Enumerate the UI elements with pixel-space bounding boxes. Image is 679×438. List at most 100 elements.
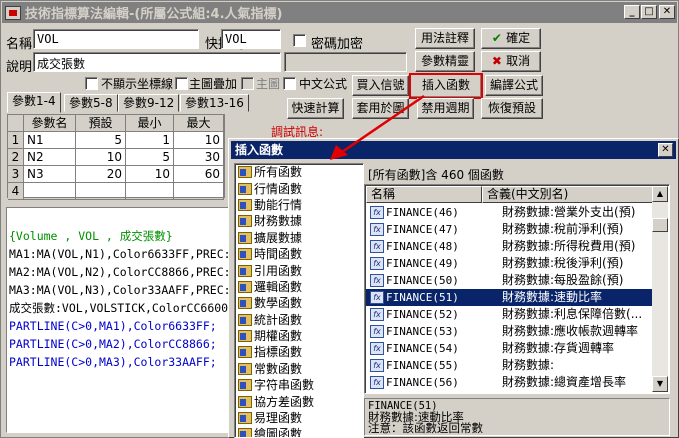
function-name: FINANCE(56) xyxy=(386,376,459,389)
desc-input[interactable]: 成交張數 xyxy=(33,52,281,72)
category-item[interactable]: 擴展數據 xyxy=(235,230,363,246)
param-name-cell[interactable]: N2 xyxy=(24,149,76,166)
col-meaning-header[interactable]: 含義(中文別名) xyxy=(482,186,653,203)
function-row[interactable]: fx FINANCE(55) 財務數據: xyxy=(366,357,653,374)
col-name-header[interactable]: 名稱 xyxy=(366,186,482,203)
param-name-cell[interactable]: N3 xyxy=(24,166,76,183)
function-name: FINANCE(46) xyxy=(386,206,459,219)
function-row[interactable]: fx FINANCE(46) 財務數據:營業外支出(預) xyxy=(366,204,653,221)
function-row[interactable]: fx FINANCE(48) 財務數據:所得稅費用(預) xyxy=(366,238,653,255)
param-default-cell[interactable]: 20 xyxy=(76,166,126,183)
function-row[interactable]: fx FINANCE(49) 財務數據:稅後淨利(預) xyxy=(366,255,653,272)
function-row[interactable]: fx FINANCE(56) 財務數據:總資產增長率 xyxy=(366,374,653,391)
category-item[interactable]: 易理函數 xyxy=(235,410,363,426)
insert-function-button[interactable]: 插入函數 xyxy=(409,73,483,99)
function-name: FINANCE(52) xyxy=(386,308,459,321)
disable-period-button[interactable]: 禁用週期 xyxy=(417,98,474,119)
formula-editor[interactable]: {Volume , VOL , 成交張數} MA1:MA(VOL,N1),Colo… xyxy=(6,207,231,433)
function-row[interactable]: fx FINANCE(52) 財務數據:利息保障倍數(... xyxy=(366,306,653,323)
function-name: FINANCE(53) xyxy=(386,325,459,338)
dialog-close-button[interactable]: ✕ xyxy=(658,143,673,157)
param-min-cell[interactable]: 5 xyxy=(126,149,174,166)
book-icon xyxy=(238,346,252,359)
category-item[interactable]: 引用函數 xyxy=(235,262,363,278)
restore-button[interactable]: 恢復預設 xyxy=(481,98,543,119)
code-line: MA2:MA(VOL,N2),ColorCC8866,PREC:0; xyxy=(9,265,231,279)
param-max-cell[interactable]: 30 xyxy=(174,149,224,166)
param-min-cell[interactable] xyxy=(126,183,174,200)
param-default-cell[interactable]: 10 xyxy=(76,149,126,166)
row-number: 1 xyxy=(8,132,24,149)
category-item[interactable]: 行情函數 xyxy=(235,180,363,196)
function-row[interactable]: fx FINANCE(50) 財務數據:每股盈餘(預) xyxy=(366,272,653,289)
quick-calc-button[interactable]: 快速計算 xyxy=(287,98,344,119)
function-icon: fx xyxy=(370,240,384,253)
password-checkbox[interactable] xyxy=(293,34,306,47)
function-meaning: 財務數據: xyxy=(502,358,555,372)
param-max-cell[interactable]: 10 xyxy=(174,132,224,149)
function-count: [所有函數]含 460 個函數 xyxy=(368,168,504,182)
category-item[interactable]: 動能行情 xyxy=(235,197,363,213)
list-scrollbar[interactable]: ▲ ▼ xyxy=(652,186,668,392)
param-min-cell[interactable]: 10 xyxy=(126,166,174,183)
category-item[interactable]: 字符串函數 xyxy=(235,377,363,393)
category-item[interactable]: 數學函數 xyxy=(235,295,363,311)
apply-button[interactable]: 套用於圖 xyxy=(352,98,409,119)
book-icon xyxy=(238,248,252,261)
function-meaning: 財務數據:營業外支出(預) xyxy=(502,205,636,219)
param-default-cell[interactable]: 5 xyxy=(76,132,126,149)
function-icon: fx xyxy=(370,291,384,304)
function-meaning: 財務數據:每股盈餘(預) xyxy=(502,273,624,287)
function-row[interactable]: fx FINANCE(47) 財務數據:稅前淨利(預) xyxy=(366,221,653,238)
category-item[interactable]: 期權函數 xyxy=(235,328,363,344)
ok-button[interactable]: ✔ 確定 xyxy=(481,28,541,49)
scroll-thumb[interactable] xyxy=(652,218,668,232)
function-row[interactable]: fx FINANCE(51) 財務數據:速動比率 xyxy=(366,289,653,306)
category-item[interactable]: 所有函數 xyxy=(235,164,363,180)
compile-button[interactable]: 編譯公式 xyxy=(485,75,543,96)
desc-extra-field xyxy=(284,52,407,72)
tab-params-13-16[interactable]: 參數13-16 xyxy=(180,94,249,112)
param-name-cell[interactable] xyxy=(24,183,76,200)
param-name-cell[interactable]: N1 xyxy=(24,132,76,149)
param-max-cell[interactable]: 60 xyxy=(174,166,224,183)
usage-button[interactable]: 用法註釋 xyxy=(415,28,475,49)
category-item[interactable]: 常數函數 xyxy=(235,361,363,377)
middle-checkbox[interactable] xyxy=(283,77,296,90)
shortcut-input[interactable]: VOL xyxy=(221,29,281,49)
function-name: FINANCE(55) xyxy=(386,359,459,372)
function-row[interactable]: fx FINANCE(54) 財務數據:存貨週轉率 xyxy=(366,340,653,357)
minimize-button[interactable]: _ xyxy=(624,5,640,19)
buy-sell-button[interactable]: 買入信號 xyxy=(352,75,409,96)
category-item[interactable]: 邏輯函數 xyxy=(235,279,363,295)
scroll-down-icon[interactable]: ▼ xyxy=(652,376,668,392)
name-input[interactable]: VOL xyxy=(33,29,199,49)
function-icon: fx xyxy=(370,206,384,219)
hide-axis-checkbox[interactable] xyxy=(85,77,98,90)
param-max-cell[interactable] xyxy=(174,183,224,200)
name-label: 名稱 xyxy=(6,37,33,52)
category-item[interactable]: 指標函數 xyxy=(235,344,363,360)
category-item[interactable]: 繪圖函數 xyxy=(235,426,363,437)
book-icon xyxy=(238,231,252,244)
title-bar: 技術指標算法編輯-(所屬公式組:4.人氣指標) _ □ ✕ xyxy=(2,2,677,23)
params-button[interactable]: 參數精靈 xyxy=(415,51,475,72)
close-button[interactable]: ✕ xyxy=(659,5,675,19)
category-item[interactable]: 財務數據 xyxy=(235,213,363,229)
scroll-up-icon[interactable]: ▲ xyxy=(652,186,668,202)
tab-params-5-8[interactable]: 參數5-8 xyxy=(64,94,118,112)
param-min-cell[interactable]: 1 xyxy=(126,132,174,149)
function-meaning: 財務數據:所得稅費用(預) xyxy=(502,239,636,253)
category-item[interactable]: 時間函數 xyxy=(235,246,363,262)
tab-params-1-4[interactable]: 參數1-4 xyxy=(7,92,61,113)
main-overlay-checkbox[interactable] xyxy=(175,77,188,90)
tab-params-9-12[interactable]: 參數9-12 xyxy=(118,94,180,112)
param-default-cell[interactable] xyxy=(76,183,126,200)
category-item[interactable]: 統計函數 xyxy=(235,312,363,328)
function-icon: fx xyxy=(370,376,384,389)
function-row[interactable]: fx FINANCE(53) 財務數據:應收帳款週轉率 xyxy=(366,323,653,340)
maximize-button[interactable]: □ xyxy=(641,5,657,19)
cancel-button[interactable]: ✖ 取消 xyxy=(481,51,541,72)
category-item[interactable]: 協方差函數 xyxy=(235,393,363,409)
book-icon xyxy=(238,313,252,326)
